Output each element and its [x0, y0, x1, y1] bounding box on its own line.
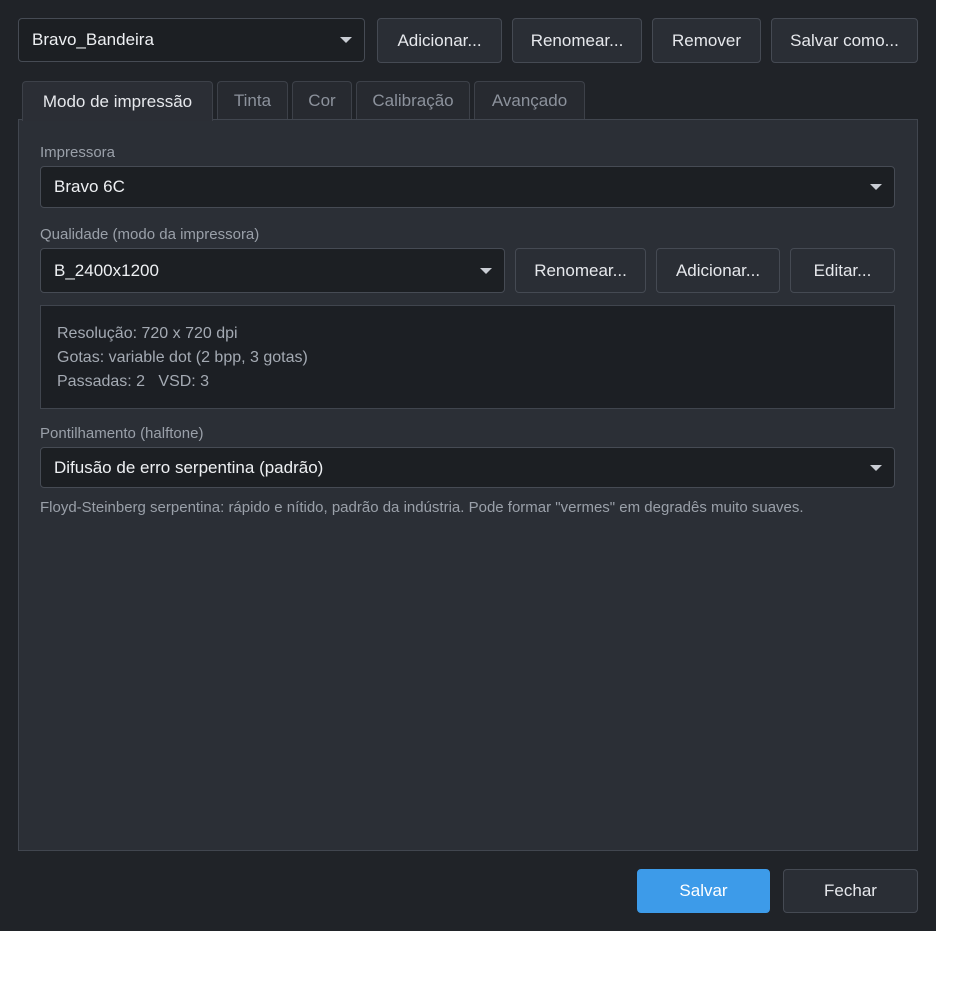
quality-select[interactable]: B_2400x1200: [40, 248, 505, 293]
rename-profile-button[interactable]: Renomear...: [512, 18, 642, 63]
chevron-down-icon: [870, 184, 882, 190]
printer-label: Impressora: [40, 144, 116, 161]
tab-print-mode[interactable]: Modo de impressão: [22, 81, 213, 121]
chevron-down-icon: [480, 267, 492, 274]
tab-ink[interactable]: Tinta: [217, 81, 288, 119]
chevron-down-icon: [340, 37, 352, 43]
close-button[interactable]: Fechar: [783, 869, 918, 913]
quality-info-box: Resolução: 720 x 720 dpi Gotas: variable…: [40, 305, 895, 409]
tab-advanced[interactable]: Avançado: [474, 81, 585, 119]
profile-select[interactable]: Bravo_Bandeira: [18, 18, 365, 62]
remove-profile-button[interactable]: Remover: [652, 18, 761, 63]
quality-select-value: B_2400x1200: [54, 260, 159, 280]
edit-quality-button[interactable]: Editar...: [790, 248, 895, 293]
tab-calibration[interactable]: Calibração: [356, 81, 470, 119]
rename-quality-button[interactable]: Renomear...: [515, 248, 646, 293]
print-settings-window: Bravo_Bandeira Adicionar... Renomear... …: [0, 0, 936, 931]
halftone-select-value: Difusão de erro serpentina (padrão): [54, 457, 324, 477]
add-quality-button[interactable]: Adicionar...: [656, 248, 780, 293]
halftone-select[interactable]: Difusão de erro serpentina (padrão): [40, 447, 895, 488]
passes-info: Passadas: 2 VSD: 3: [57, 373, 210, 390]
save-button[interactable]: Salvar: [637, 869, 770, 913]
resolution-info: Resolução: 720 x 720 dpi: [57, 325, 238, 342]
quality-label: Qualidade (modo da impressora): [40, 226, 260, 243]
chevron-down-icon: [870, 464, 882, 471]
profile-select-value: Bravo_Bandeira: [32, 30, 154, 49]
save-as-profile-button[interactable]: Salvar como...: [771, 18, 918, 63]
tab-color[interactable]: Cor: [292, 81, 352, 119]
add-profile-button[interactable]: Adicionar...: [377, 18, 502, 63]
printer-select-value: Bravo 6C: [54, 177, 125, 196]
halftone-description: Floyd-Steinberg serpentina: rápido e nít…: [40, 499, 804, 516]
halftone-label: Pontilhamento (halftone): [40, 425, 204, 442]
printer-select[interactable]: Bravo 6C: [40, 166, 895, 208]
drops-info: Gotas: variable dot (2 bpp, 3 gotas): [57, 349, 308, 366]
